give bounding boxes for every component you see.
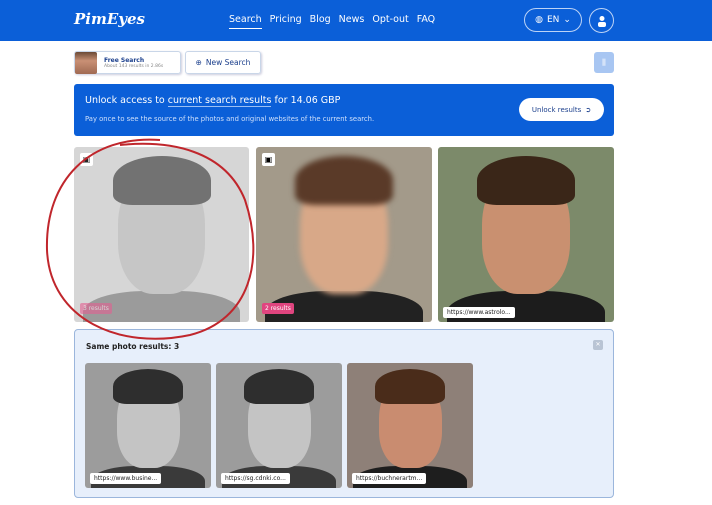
red-circle-annotation — [45, 138, 255, 340]
